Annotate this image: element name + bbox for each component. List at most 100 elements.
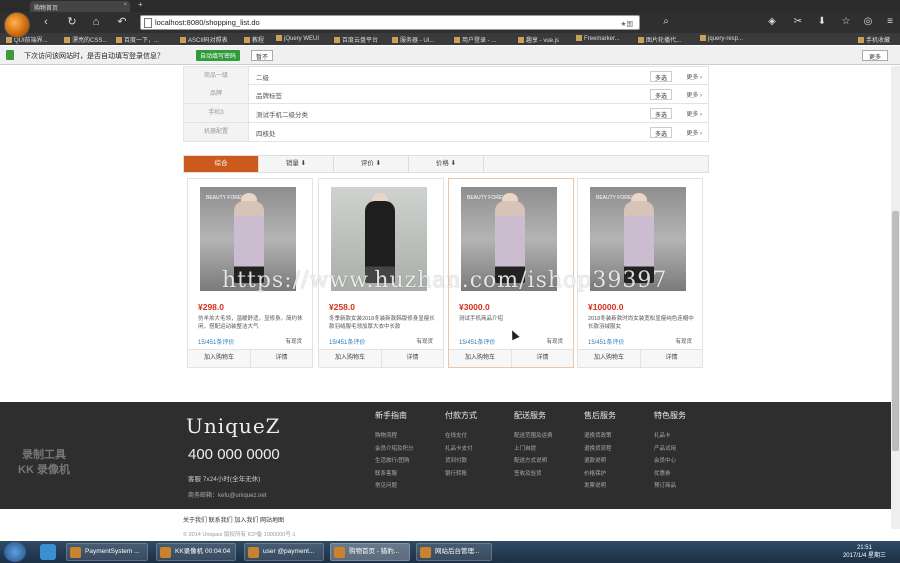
bookmark-item[interactable]: 图片轮播代... bbox=[638, 35, 681, 44]
download-icon[interactable]: ⬇ bbox=[816, 16, 828, 28]
bookmark-item[interactable]: 用户登录 - ... bbox=[454, 35, 496, 44]
review-count[interactable]: 15/451条评价 bbox=[198, 337, 234, 346]
footer-link[interactable]: 会员介绍及积分 bbox=[375, 443, 414, 456]
review-count[interactable]: 15/451条评价 bbox=[588, 337, 624, 346]
footer-link[interactable]: 价格保护 bbox=[584, 468, 616, 481]
details-button[interactable]: 详情 bbox=[511, 350, 573, 367]
taskbar-task[interactable]: 购物首页 - 猎豹... bbox=[330, 543, 410, 561]
taskbar-task[interactable]: user @payment... bbox=[244, 543, 324, 561]
footer-link[interactable]: 配送方式说明 bbox=[514, 455, 553, 468]
footer-link[interactable]: 上门自提 bbox=[514, 443, 553, 456]
footer-link[interactable]: 联系客服 bbox=[375, 468, 414, 481]
filter-option[interactable]: 四核处 bbox=[256, 128, 276, 138]
scissors-icon[interactable]: ✂ bbox=[792, 16, 804, 28]
sort-tab-price[interactable]: 价格 ⬇ bbox=[409, 156, 484, 172]
more-options-button[interactable]: 更多 bbox=[861, 50, 888, 61]
star-icon[interactable]: ☆ bbox=[840, 16, 852, 28]
bookmark-item[interactable]: 漂亮的CSS... bbox=[64, 35, 107, 44]
footer-link[interactable]: 购物流程 bbox=[375, 430, 414, 443]
footer-link[interactable]: 会员中心 bbox=[654, 455, 686, 468]
address-bar[interactable]: localhost:8080/shopping_list.do ★国 bbox=[140, 15, 640, 30]
more-button[interactable]: 更多 › bbox=[686, 109, 702, 118]
bookmark-item[interactable]: 百度云盘平台 bbox=[334, 35, 378, 44]
footer-link[interactable]: 银行转账 bbox=[445, 468, 477, 481]
product-description[interactable]: 2018冬装新款时尚女装宽松显瘦纯色连帽中长款羽绒服女 bbox=[588, 315, 696, 331]
footer-links[interactable]: 关于我们 联系我们 加入我们 网站地图 bbox=[183, 515, 284, 524]
gamepad-icon[interactable]: ◎ bbox=[862, 16, 874, 28]
review-count[interactable]: 15/451条评价 bbox=[459, 337, 495, 346]
multi-select-button[interactable]: 多选 bbox=[649, 108, 672, 119]
home-icon[interactable]: ⌂ bbox=[88, 15, 104, 29]
bookmark-item[interactable]: Freemarker... bbox=[576, 35, 620, 42]
footer-link[interactable]: 产品试用 bbox=[654, 443, 686, 456]
system-clock[interactable]: 21:51 2017/1/4 星期三 bbox=[843, 544, 886, 560]
more-button[interactable]: 更多 › bbox=[686, 90, 702, 99]
footer-link[interactable]: 礼品卡 bbox=[654, 430, 686, 443]
menu-icon[interactable]: ≡ bbox=[884, 16, 896, 28]
footer-link[interactable]: 优惠券 bbox=[654, 468, 686, 481]
ie-icon[interactable] bbox=[40, 544, 56, 560]
new-tab-button[interactable]: + bbox=[138, 0, 143, 9]
footer-link[interactable]: 发票说明 bbox=[584, 480, 616, 493]
details-button[interactable]: 详情 bbox=[381, 350, 443, 367]
shield-icon[interactable]: ◈ bbox=[766, 16, 778, 28]
bookmark-item[interactable]: jQuery WEUI bbox=[276, 35, 319, 42]
multi-select-button[interactable]: 多选 bbox=[649, 71, 672, 82]
bookmark-item[interactable]: jquery-resp... bbox=[700, 35, 743, 42]
footer-link[interactable]: 预订商品 bbox=[654, 480, 686, 493]
start-button-icon[interactable] bbox=[4, 542, 26, 562]
footer-link[interactable]: 退换货政策 bbox=[584, 430, 616, 443]
taskbar-task[interactable]: KK录像机 00:04:04 bbox=[156, 543, 236, 561]
sort-tab-reviews[interactable]: 评价 ⬇ bbox=[334, 156, 409, 172]
footer-link[interactable]: 生活旅行/团购 bbox=[375, 455, 414, 468]
footer-link[interactable]: 退换货流程 bbox=[584, 443, 616, 456]
bookmark-item[interactable]: ASCII码对照表 bbox=[180, 35, 228, 44]
review-count[interactable]: 15/451条评价 bbox=[329, 337, 365, 346]
taskbar-task[interactable]: 网站后台管理... bbox=[416, 543, 492, 561]
bookmark-item[interactable]: 趣享 - vue.js bbox=[518, 35, 559, 44]
bookmark-item[interactable]: 教程 bbox=[244, 35, 264, 44]
footer-link[interactable]: 退款说明 bbox=[584, 455, 616, 468]
taskbar-task[interactable]: PaymentSystem ... bbox=[66, 543, 148, 561]
product-description[interactable]: 测试手机商品介绍 bbox=[459, 315, 567, 323]
more-button[interactable]: 更多 › bbox=[686, 72, 702, 81]
multi-select-button[interactable]: 多选 bbox=[649, 89, 672, 100]
add-to-cart-button[interactable]: 加入购物车 bbox=[449, 350, 511, 367]
bookmark-star-icon[interactable]: ★国 bbox=[621, 18, 633, 28]
refresh-icon[interactable]: ↻ bbox=[64, 15, 80, 29]
undo-icon[interactable]: ↶ bbox=[114, 15, 130, 29]
footer-link[interactable]: 货到付款 bbox=[445, 455, 477, 468]
filter-option[interactable]: 二级 bbox=[256, 72, 269, 82]
sort-tab-default[interactable]: 综合 bbox=[184, 156, 259, 172]
footer-link[interactable]: 在线支付 bbox=[445, 430, 477, 443]
filter-option[interactable]: 品牌标签 bbox=[256, 90, 282, 100]
back-icon[interactable]: ‹ bbox=[38, 15, 54, 29]
close-tab-icon[interactable]: × bbox=[123, 2, 127, 8]
search-box-icon[interactable]: ⌕ bbox=[660, 16, 672, 28]
footer-link[interactable]: 常见问题 bbox=[375, 480, 414, 493]
footer-link[interactable]: 礼品卡支付 bbox=[445, 443, 477, 456]
autofill-password-button[interactable]: 自动填写密码 bbox=[196, 50, 241, 61]
page-scrollbar[interactable] bbox=[891, 66, 900, 529]
footer-column: 付款方式 在线支付 礼品卡支付 货到付款 银行转账 bbox=[445, 410, 477, 480]
browser-logo-icon[interactable] bbox=[4, 12, 30, 38]
add-to-cart-button[interactable]: 加入购物车 bbox=[319, 350, 381, 367]
sort-tab-sales[interactable]: 销量 ⬇ bbox=[259, 156, 334, 172]
add-to-cart-button[interactable]: 加入购物车 bbox=[188, 350, 250, 367]
filter-option[interactable]: 测试手机二级分类 bbox=[256, 109, 308, 119]
product-description[interactable]: 冬季新款女装2018冬装新款韩版修身显瘦长款羽绒服毛领加厚大衣中长款 bbox=[329, 315, 437, 331]
not-now-button[interactable]: 暂不 bbox=[251, 50, 274, 61]
add-to-cart-button[interactable]: 加入购物车 bbox=[578, 350, 640, 367]
footer-link[interactable]: 配送范围及运费 bbox=[514, 430, 553, 443]
bookmark-item[interactable]: 手机收藏 bbox=[858, 35, 890, 44]
bookmark-item[interactable]: 服务器 - UI... bbox=[392, 35, 434, 44]
bookmark-item[interactable]: 百度一下，... bbox=[116, 35, 159, 44]
details-button[interactable]: 详情 bbox=[250, 350, 312, 367]
multi-select-button[interactable]: 多选 bbox=[649, 127, 672, 138]
tab-shopping-home[interactable]: 购物首页 × bbox=[30, 1, 130, 12]
footer-link[interactable]: 签收及验货 bbox=[514, 468, 553, 481]
details-button[interactable]: 详情 bbox=[640, 350, 702, 367]
scrollbar-thumb[interactable] bbox=[892, 211, 899, 451]
more-button[interactable]: 更多 › bbox=[686, 128, 702, 137]
product-description[interactable]: 仿羊羔大毛领，温暖舒适，显修身。简约休闲，搭配运动装整洁大气 bbox=[198, 315, 306, 331]
